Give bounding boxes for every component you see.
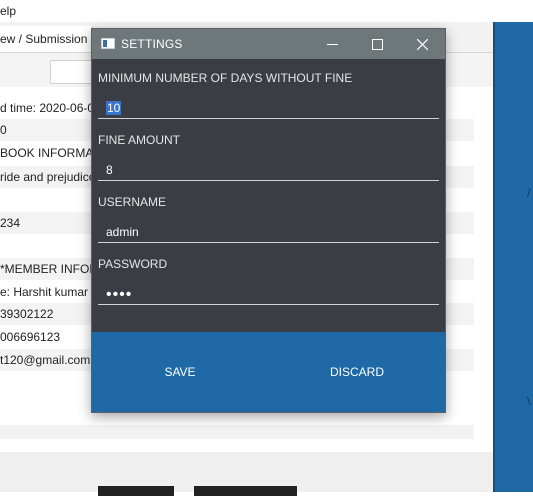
password-label: PASSWORD <box>98 257 168 271</box>
discard-button[interactable]: DISCARD <box>269 332 445 412</box>
minimize-button[interactable] <box>310 29 355 59</box>
close-icon <box>417 39 428 50</box>
minimize-icon <box>327 44 338 45</box>
fine-amount-value: 8 <box>106 163 113 177</box>
side-panel-edge <box>493 22 495 492</box>
username-value: admin <box>106 225 139 239</box>
dialog-title: SETTINGS <box>121 37 183 51</box>
search-input[interactable] <box>50 60 94 84</box>
password-value: •••• <box>106 286 133 303</box>
save-button[interactable]: SAVE <box>92 332 268 412</box>
footer-bar <box>0 452 493 496</box>
side-panel: / \ <box>493 22 533 492</box>
menu-bar: elp <box>0 0 533 22</box>
menu-item-help[interactable]: elp <box>0 4 16 18</box>
close-button[interactable] <box>400 29 445 59</box>
maximize-button[interactable] <box>355 29 400 59</box>
maximize-icon <box>372 39 383 50</box>
fine-amount-field[interactable]: 8 <box>98 159 439 181</box>
dialog-body: MINIMUM NUMBER OF DAYS WITHOUT FINE 10 F… <box>92 59 445 332</box>
dialog-titlebar[interactable]: SETTINGS <box>92 29 445 59</box>
username-field[interactable]: admin <box>98 221 439 243</box>
footer-button[interactable] <box>98 486 174 496</box>
dialog-button-bar: SAVE DISCARD <box>92 332 445 412</box>
settings-dialog: SETTINGS MINIMUM NUMBER OF DAYS WITHOUT … <box>91 28 446 413</box>
password-field[interactable]: •••• <box>98 283 439 305</box>
panel-glyph: / <box>527 186 531 200</box>
min-days-value: 10 <box>106 101 122 115</box>
panel-glyph: \ <box>527 394 531 408</box>
app-window-icon <box>101 38 115 49</box>
fine-amount-label: FINE AMOUNT <box>98 133 181 147</box>
detail-row <box>0 425 474 439</box>
tab-label: ew / Submission <box>0 32 88 46</box>
min-days-label: MINIMUM NUMBER OF DAYS WITHOUT FINE <box>98 71 353 85</box>
min-days-field[interactable]: 10 <box>98 97 439 119</box>
tab-view-submission[interactable]: ew / Submission <box>0 26 93 52</box>
username-label: USERNAME <box>98 195 167 209</box>
footer-button[interactable] <box>194 486 297 496</box>
